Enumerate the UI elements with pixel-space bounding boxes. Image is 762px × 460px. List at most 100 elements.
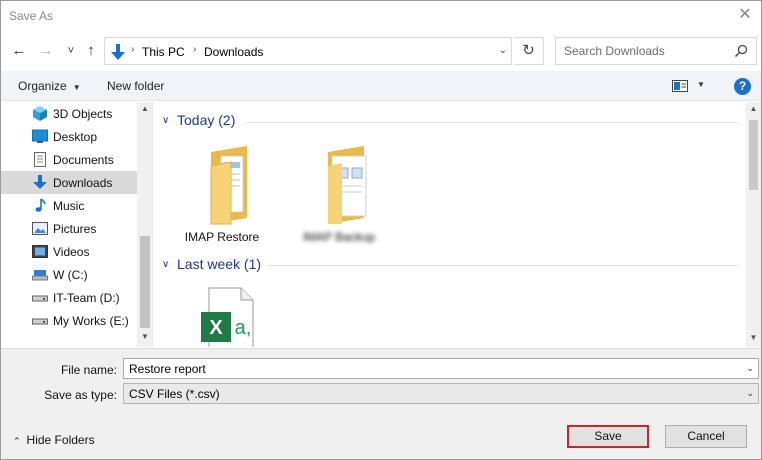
drive-icon [32, 295, 48, 302]
scroll-down-icon[interactable]: ▼ [137, 332, 152, 346]
sidebar-item-label: W (C:) [53, 268, 88, 282]
sidebar-item-label: Music [53, 199, 85, 213]
close-icon[interactable]: ✕ [735, 5, 755, 25]
sidebar-item-pictures[interactable]: Pictures [1, 217, 137, 240]
sidebar-item-label: Pictures [53, 222, 97, 236]
breadcrumb-this-pc[interactable]: This PC [142, 45, 185, 59]
sidebar-item-label: IT-Team (D:) [53, 291, 120, 305]
sidebar-item-videos[interactable]: Videos [1, 240, 137, 263]
refresh-icon[interactable]: ↻ [514, 37, 544, 65]
group-header-label: Today (2) [177, 112, 236, 128]
group-divider [246, 122, 738, 123]
dialog-title: Save As [9, 9, 54, 23]
content-scrollbar[interactable]: ▲ ▼ [746, 102, 761, 347]
scrollbar-thumb[interactable] [140, 236, 150, 328]
navigation-bar: ← → ˅ ↑ › This PC › Downloads ⌄ ↻ [1, 35, 761, 67]
sidebar-item-desktop[interactable]: Desktop [1, 125, 137, 148]
sidebar-item-drive-e[interactable]: My Works (E:) [1, 309, 137, 332]
sidebar-item-label: Desktop [53, 130, 98, 144]
sidebar-scrollbar[interactable]: ▲ ▼ [137, 102, 152, 347]
save-as-type-select[interactable]: CSV Files (*.csv) ⌄ [123, 383, 759, 404]
file-name-label: File name: [60, 363, 117, 377]
save-as-type-label: Save as type: [44, 388, 117, 402]
sidebar-item-drive-c[interactable]: W (C:) [1, 263, 137, 286]
back-arrow-icon[interactable]: ← [9, 39, 29, 63]
sidebar-item-label: My Works (E:) [53, 314, 129, 328]
navigation-pane: 3D Objects Desktop Documents Downloads M… [1, 102, 153, 347]
organize-dropdown-icon: ▼ [72, 83, 81, 92]
svg-text:a,: a, [235, 317, 252, 339]
change-view-icon[interactable] [672, 80, 688, 92]
scroll-up-icon[interactable]: ▲ [746, 104, 761, 113]
chevron-up-icon: ⌃ [13, 436, 21, 446]
view-options-dropdown-icon[interactable]: ▼ [697, 80, 705, 89]
breadcrumb-separator-icon: › [193, 44, 197, 55]
file-name: IMAP Backup [302, 230, 376, 244]
breadcrumb-separator-icon: › [131, 44, 135, 55]
up-arrow-icon[interactable]: ↑ [81, 39, 101, 63]
folder-item[interactable]: IMAP Backup [286, 146, 386, 252]
sidebar-item-label: 3D Objects [53, 107, 113, 121]
folder-icon [210, 146, 247, 225]
csv-file-item[interactable]: X a, [169, 286, 269, 347]
hide-folders-label: Hide Folders [26, 433, 95, 447]
command-bar: Organize ▼ New folder ▼ ? [1, 71, 761, 101]
recent-locations-chevron-icon[interactable]: ˅ [61, 39, 81, 63]
sidebar-item-documents[interactable]: Documents [1, 148, 137, 171]
search-box[interactable] [555, 37, 757, 65]
group-divider [268, 265, 738, 266]
scrollbar-thumb[interactable] [749, 120, 758, 190]
save-button[interactable]: Save [567, 425, 649, 448]
group-header-today[interactable]: ∨ Today (2) [162, 112, 252, 134]
desktop-icon [32, 129, 48, 143]
chevron-down-icon: ⌄ [746, 388, 754, 398]
sidebar-item-drive-d[interactable]: IT-Team (D:) [1, 286, 137, 309]
search-icon[interactable] [734, 44, 748, 58]
sidebar-item-3d-objects[interactable]: 3D Objects [1, 102, 137, 125]
group-header-label: Last week (1) [177, 256, 262, 272]
address-dropdown-icon[interactable]: ⌄ [499, 45, 507, 56]
search-input[interactable] [564, 43, 734, 59]
help-icon[interactable]: ? [734, 78, 751, 95]
chevron-down-icon: ∨ [162, 115, 170, 126]
group-header-last-week[interactable]: ∨ Last week (1) [162, 256, 262, 278]
new-folder-button[interactable]: New folder [107, 79, 164, 93]
organize-button[interactable]: Organize ▼ [18, 79, 81, 93]
sidebar-item-label: Videos [53, 245, 90, 259]
title-bar: Save As ✕ [1, 1, 761, 31]
drive-icon [32, 318, 48, 325]
file-name-value: Restore report [129, 362, 206, 376]
3d-objects-icon [33, 106, 47, 121]
excel-csv-icon: X a, [201, 287, 254, 347]
cancel-button[interactable]: Cancel [665, 425, 747, 448]
forward-arrow-icon[interactable]: → [36, 39, 56, 63]
save-as-type-value: CSV Files (*.csv) [129, 387, 220, 401]
address-bar[interactable]: › This PC › Downloads ⌄ [104, 37, 512, 65]
downloads-icon [33, 175, 47, 189]
svg-text:X: X [209, 317, 223, 339]
chevron-down-icon[interactable]: ⌄ [746, 363, 754, 374]
sidebar-item-label: Downloads [53, 176, 113, 190]
scroll-down-icon[interactable]: ▼ [746, 333, 761, 342]
sidebar-item-music[interactable]: Music [1, 194, 137, 217]
scroll-up-icon[interactable]: ▲ [137, 104, 152, 118]
folder-icon [328, 146, 367, 224]
save-as-dialog: Save As ✕ ← → ˅ ↑ › This PC › Downloads … [0, 0, 762, 460]
folder-item[interactable]: IMAP Restore [169, 146, 269, 252]
downloads-location-icon [111, 44, 125, 60]
chevron-down-icon: ∨ [162, 259, 170, 270]
documents-icon [34, 152, 46, 167]
file-list-pane: ∨ Today (2) IMAP Restore IMAP Backup ∨ L… [154, 102, 761, 347]
save-form: File name: Restore report ⌄ Save as type… [1, 348, 761, 459]
music-icon [35, 198, 46, 212]
organize-label: Organize [18, 79, 67, 93]
videos-icon [32, 245, 48, 258]
file-name-field[interactable]: Restore report ⌄ [123, 358, 759, 379]
drive-icon [32, 270, 48, 281]
pictures-icon [32, 222, 48, 235]
sidebar-item-downloads[interactable]: Downloads [1, 171, 137, 194]
file-name: IMAP Restore [184, 230, 260, 244]
hide-folders-button[interactable]: ⌃ Hide Folders [13, 433, 95, 447]
sidebar-item-label: Documents [53, 153, 114, 167]
breadcrumb-downloads[interactable]: Downloads [204, 45, 263, 59]
